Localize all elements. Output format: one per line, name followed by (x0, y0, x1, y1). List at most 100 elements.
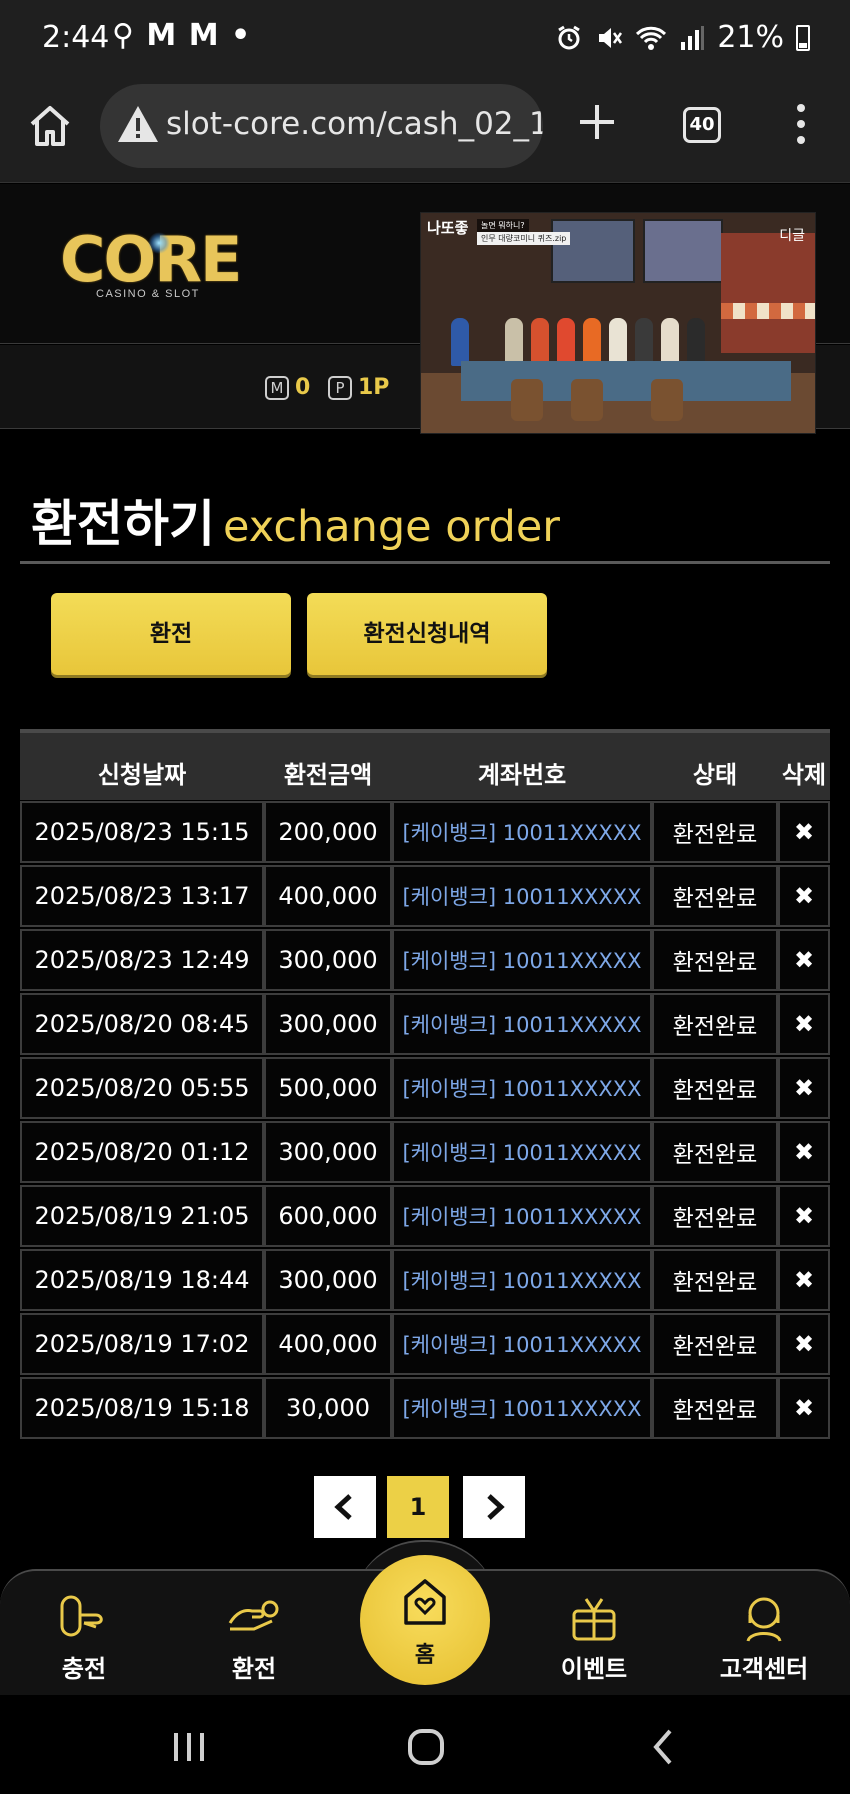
header-amount: 환전금액 (283, 761, 373, 789)
video-person (531, 318, 549, 366)
video-caption: 인무 대량코미니 퀴즈.zip (477, 232, 571, 245)
table-row: 2025/08/23 13:17 400,000 [케이뱅크] 10011XXX… (20, 865, 830, 929)
delete-icon[interactable]: ✖ (778, 1121, 830, 1183)
row-account: [케이뱅크] 10011XXXXX (392, 993, 652, 1055)
exchange-button[interactable]: 환전 (51, 593, 291, 675)
nav-charge[interactable]: 충전 (24, 1593, 144, 1684)
battery-percent: 21% (717, 20, 784, 55)
pagination-prev-button[interactable] (314, 1476, 376, 1538)
page-title-ko: 환전하기 (31, 495, 215, 553)
exchange-history-button[interactable]: 환전신청내역 (307, 593, 547, 675)
row-amount: 300,000 (264, 929, 392, 991)
coin-hand-icon (60, 1595, 103, 1637)
video-person (687, 318, 705, 366)
video-shopfront (721, 233, 815, 353)
row-account: [케이뱅크] 10011XXXXX (392, 929, 652, 991)
table-row: 2025/08/19 18:44 300,000 [케이뱅크] 10011XXX… (20, 1249, 830, 1313)
floating-video[interactable]: 나또좋 놀면 뭐하니? 인무 대량코미니 퀴즈.zip 디글 (420, 212, 816, 434)
row-account: [케이뱅크] 10011XXXXX (392, 1313, 652, 1375)
delete-icon[interactable]: ✖ (778, 993, 830, 1055)
table-row: 2025/08/19 17:02 400,000 [케이뱅크] 10011XXX… (20, 1313, 830, 1377)
nav-event[interactable]: 이벤트 (534, 1593, 654, 1684)
chevron-right-icon (487, 1494, 505, 1520)
kebab-icon[interactable] (794, 104, 808, 146)
pagination-page-1[interactable]: 1 (387, 1476, 449, 1538)
row-account: [케이뱅크] 10011XXXXX (392, 1121, 652, 1183)
video-screen-left (551, 219, 635, 283)
status-time: 2:44 (42, 20, 110, 55)
money-balance[interactable]: M 0 (265, 375, 310, 400)
site-logo[interactable]: CORE CASINO & SLOT (60, 229, 250, 304)
row-amount: 400,000 (264, 1313, 392, 1375)
row-account: [케이뱅크] 10011XXXXX (392, 1185, 652, 1247)
row-amount: 30,000 (264, 1377, 392, 1439)
page-title: 환전하기 exchange order (31, 484, 560, 556)
row-amount: 300,000 (264, 1121, 392, 1183)
logo-glow (148, 232, 170, 254)
headset-icon (746, 1597, 782, 1642)
nav-exchange[interactable]: 환전 (194, 1593, 314, 1684)
url-text[interactable]: slot-core.com/cash_02_1 (166, 106, 543, 142)
delete-icon[interactable]: ✖ (778, 929, 830, 991)
money-icon: M (265, 375, 289, 400)
row-status: 환전완료 (652, 929, 778, 991)
row-status: 환전완료 (652, 865, 778, 927)
pagination-next-button[interactable] (463, 1476, 525, 1538)
row-date: 2025/08/19 18:44 (20, 1249, 264, 1311)
url-bar[interactable]: slot-core.com/cash_02_1 (100, 84, 543, 168)
header-status: 상태 (692, 761, 738, 789)
recent-apps-icon[interactable] (170, 1729, 208, 1765)
plus-icon[interactable] (577, 102, 617, 142)
home-nav-icon[interactable] (406, 1727, 446, 1767)
delete-icon[interactable]: ✖ (778, 1057, 830, 1119)
nav-home-label: 홈 (414, 1643, 436, 1668)
row-amount: 400,000 (264, 865, 392, 927)
video-barrel (511, 379, 543, 421)
table-row: 2025/08/23 12:49 300,000 [케이뱅크] 10011XXX… (20, 929, 830, 993)
point-icon: P (328, 375, 352, 400)
delete-icon[interactable]: ✖ (778, 1249, 830, 1311)
home-heart-icon (404, 1579, 446, 1625)
video-awning (721, 303, 815, 319)
delete-icon[interactable]: ✖ (778, 865, 830, 927)
row-status: 환전완료 (652, 1121, 778, 1183)
chevron-left-icon (334, 1494, 352, 1520)
back-icon[interactable] (648, 1727, 678, 1767)
row-status: 환전완료 (652, 1057, 778, 1119)
delete-icon[interactable]: ✖ (778, 801, 830, 863)
delete-icon[interactable]: ✖ (778, 1377, 830, 1439)
home-icon[interactable] (26, 102, 74, 150)
row-account: [케이뱅크] 10011XXXXX (392, 1377, 652, 1439)
money-value: 0 (295, 375, 311, 400)
wifi-icon (636, 26, 667, 50)
header-delete: 삭제 (781, 761, 827, 789)
row-amount: 300,000 (264, 1249, 392, 1311)
nav-support-label: 고객센터 (719, 1655, 809, 1683)
nav-support[interactable]: 고객센터 (704, 1593, 824, 1684)
point-value: 1P (358, 375, 390, 400)
warning-icon[interactable] (116, 102, 160, 146)
row-amount: 500,000 (264, 1057, 392, 1119)
row-status: 환전완료 (652, 1377, 778, 1439)
tabs-button[interactable]: 40 (683, 107, 721, 143)
point-balance[interactable]: P 1P (328, 375, 389, 400)
nav-exchange-label: 환전 (231, 1655, 277, 1683)
video-screen-right (643, 219, 723, 283)
table-row: 2025/08/20 05:55 500,000 [케이뱅크] 10011XXX… (20, 1057, 830, 1121)
alarm-icon (558, 25, 581, 49)
nav-charge-label: 충전 (61, 1655, 107, 1683)
video-person (635, 318, 653, 366)
row-date: 2025/08/23 12:49 (20, 929, 264, 991)
row-date: 2025/08/20 01:12 (20, 1121, 264, 1183)
video-channel-title: 나또좋 (427, 219, 469, 237)
video-subtitle: 놀면 뭐하니? (477, 219, 529, 232)
status-right: 21% (555, 20, 810, 55)
row-date: 2025/08/19 17:02 (20, 1313, 264, 1375)
exchange-table-body: 2025/08/23 15:15 200,000 [케이뱅크] 10011XXX… (20, 801, 830, 1441)
mute-icon (599, 27, 623, 48)
nav-home-button[interactable]: 홈 (360, 1555, 490, 1685)
delete-icon[interactable]: ✖ (778, 1313, 830, 1375)
delete-icon[interactable]: ✖ (778, 1185, 830, 1247)
row-account: [케이뱅크] 10011XXXXX (392, 1057, 652, 1119)
row-date: 2025/08/19 21:05 (20, 1185, 264, 1247)
